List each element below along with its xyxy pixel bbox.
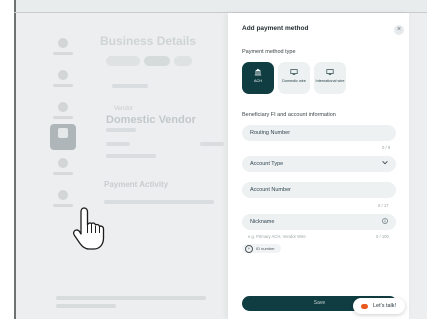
footer-line xyxy=(56,296,206,300)
close-button[interactable]: × xyxy=(394,25,404,35)
placeholder-line xyxy=(106,142,130,146)
filter-pill xyxy=(174,56,192,66)
chat-button[interactable]: Let's talk! xyxy=(353,298,405,314)
nav-item[interactable] xyxy=(50,66,76,92)
routing-number-counter: 0 / 9 xyxy=(382,145,391,150)
activity-title: Payment Activity xyxy=(104,180,169,189)
payment-method-domestic-wire[interactable]: Domestic wire xyxy=(278,62,310,94)
placeholder-line xyxy=(112,84,148,88)
account-type-select[interactable] xyxy=(242,156,396,172)
vendor-name: Domestic Vendor xyxy=(106,114,196,126)
placeholder-line xyxy=(200,142,224,146)
add-payment-drawer: Add payment method × Payment method type… xyxy=(228,13,409,319)
payment-method-ach[interactable]: ACH xyxy=(242,62,274,94)
nav-item[interactable] xyxy=(50,98,76,124)
wire-icon xyxy=(314,68,346,78)
nickname-counter: 0 / 100 xyxy=(376,234,389,239)
account-type-value[interactable] xyxy=(242,156,396,172)
account-number-field[interactable] xyxy=(242,182,396,198)
footer-line xyxy=(56,304,116,308)
info-icon[interactable] xyxy=(382,218,388,226)
payment-method-label: International wire xyxy=(315,79,345,83)
side-nav xyxy=(40,24,86,224)
drawer-title: Add payment method xyxy=(242,25,309,32)
payment-method-options: ACH Domestic wire International wire xyxy=(242,62,402,96)
nav-item-active[interactable] xyxy=(50,124,76,150)
chevron-down-icon xyxy=(382,160,388,167)
payment-method-label: Domestic wire xyxy=(282,79,306,83)
account-number-counter: 0 / 17 xyxy=(378,203,389,208)
beneficiary-label: Beneficiary FI and account information xyxy=(242,112,336,118)
placeholder-line xyxy=(106,128,136,132)
bank-icon xyxy=(242,68,274,78)
nickname-input[interactable] xyxy=(242,214,396,230)
nickname-field[interactable] xyxy=(242,214,396,230)
hand-pointer-icon xyxy=(68,205,112,260)
nav-item[interactable] xyxy=(50,34,76,60)
filter-pill xyxy=(144,56,170,66)
payment-method-type-label: Payment method type xyxy=(242,49,296,55)
account-number-input[interactable] xyxy=(242,182,396,198)
placeholder-line xyxy=(104,200,214,204)
nickname-hint: e.g. Primary ACH, Vendor Wire xyxy=(248,234,306,239)
routing-number-field[interactable] xyxy=(242,125,396,141)
add-id-number-button[interactable]: + ID number xyxy=(242,244,281,253)
routing-number-input[interactable] xyxy=(242,125,396,141)
plus-icon: + xyxy=(245,244,253,253)
payment-method-international-wire[interactable]: International wire xyxy=(314,62,346,94)
payment-method-label: ACH xyxy=(253,79,263,83)
vendor-label: Vendor xyxy=(114,106,134,112)
filter-pill xyxy=(106,56,140,66)
id-number-label: ID number xyxy=(256,246,275,251)
page-title: Business Details xyxy=(100,34,197,48)
chat-label: Let's talk! xyxy=(373,303,397,309)
nav-item[interactable] xyxy=(50,154,76,180)
wire-icon xyxy=(278,68,310,78)
placeholder-line xyxy=(106,154,156,158)
chat-bubble-icon xyxy=(361,303,368,309)
close-icon: × xyxy=(396,26,402,33)
